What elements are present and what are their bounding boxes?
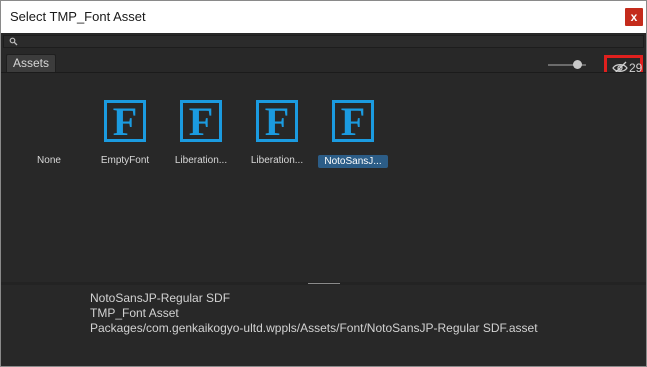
object-picker-window: Select TMP_Font Asset x Assets 29 None F… [0, 0, 647, 367]
title-bar[interactable]: Select TMP_Font Asset x [1, 1, 646, 33]
selected-asset-type: TMP_Font Asset [90, 306, 179, 320]
font-asset-icon: F [180, 100, 222, 143]
picker-content: Assets 29 None F EmptyFont F Liberation.… [1, 33, 646, 366]
asset-details-panel: NotoSansJP-Regular SDF TMP_Font Asset Pa… [1, 285, 646, 366]
asset-grid: None F EmptyFont F Liberation... F Liber… [1, 72, 646, 283]
asset-item-notosansjp[interactable]: F NotoSansJ... [315, 89, 391, 179]
tab-assets[interactable]: Assets [6, 54, 56, 72]
zoom-slider-thumb[interactable] [572, 60, 582, 69]
asset-item-liberation-1[interactable]: F Liberation... [163, 89, 239, 179]
asset-label-selected: NotoSansJ... [318, 155, 388, 168]
asset-label: Liberation... [174, 155, 228, 166]
selected-asset-name: NotoSansJP-Regular SDF [90, 291, 231, 305]
selected-asset-path: Packages/com.genkaikogyo-ultd.wppls/Asse… [90, 321, 538, 335]
picker-toolbar: Assets 29 [1, 50, 646, 80]
asset-item-liberation-2[interactable]: F Liberation... [239, 89, 315, 179]
font-asset-icon: F [332, 100, 374, 143]
asset-label: EmptyFont [100, 155, 150, 166]
search-icon [9, 37, 18, 46]
asset-label: Liberation... [250, 155, 304, 166]
search-input[interactable] [3, 35, 644, 48]
asset-label: None [37, 155, 61, 166]
close-button[interactable]: x [625, 8, 643, 26]
window-title: Select TMP_Font Asset [10, 9, 146, 24]
font-asset-icon: F [104, 100, 146, 143]
asset-item-none[interactable]: None [11, 89, 87, 179]
font-asset-icon: F [256, 100, 298, 143]
asset-item-emptyfont[interactable]: F EmptyFont [87, 89, 163, 179]
